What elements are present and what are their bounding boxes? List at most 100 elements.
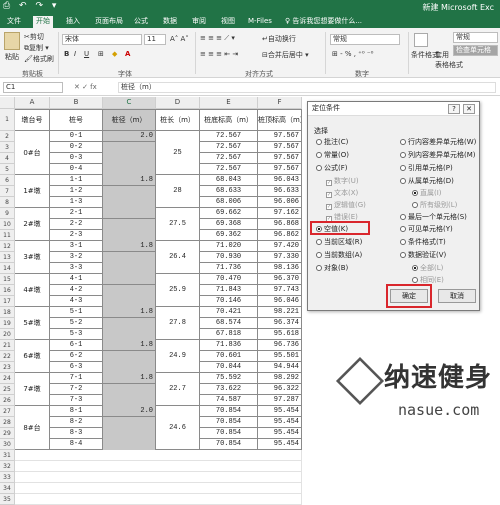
top-elevation-cell[interactable]: 95.454 xyxy=(258,406,302,417)
format-painter-button[interactable]: 🖌格式刷 xyxy=(24,54,54,64)
cancel-button[interactable]: 取消 xyxy=(438,289,476,303)
pile-cell[interactable]: 0-1 xyxy=(50,131,103,142)
empty-row[interactable] xyxy=(15,483,302,494)
diameter-cell[interactable]: 1.8 xyxy=(103,307,156,318)
checkbox-left_options-5[interactable]: ✓ 逻辑值(G) xyxy=(326,200,366,210)
pile-cell[interactable]: 7-1 xyxy=(50,373,103,384)
select-all-corner[interactable] xyxy=(0,97,15,109)
radio-right_options-5[interactable]: 所有级别(L) xyxy=(412,200,457,210)
bottom-elevation-cell[interactable]: 70.854 xyxy=(200,406,258,417)
bottom-elevation-cell[interactable]: 69.362 xyxy=(200,230,258,241)
pile-cell[interactable]: 5-1 xyxy=(50,307,103,318)
top-elevation-cell[interactable]: 98.221 xyxy=(258,307,302,318)
top-elevation-cell[interactable]: 96.862 xyxy=(258,230,302,241)
pier-cell[interactable]: 5#墩 xyxy=(15,307,50,340)
pile-cell[interactable]: 6-3 xyxy=(50,362,103,373)
radio-right_options-3[interactable]: 从属单元格(D) xyxy=(400,176,454,186)
font-name-select[interactable]: 宋体 xyxy=(62,34,142,45)
bottom-elevation-cell[interactable]: 67.818 xyxy=(200,329,258,340)
italic-button[interactable]: I xyxy=(74,50,76,58)
grow-shrink-font-icons[interactable]: A˄ A˅ xyxy=(170,35,189,43)
column-header-b[interactable]: B xyxy=(50,97,103,109)
pile-cell[interactable]: 3-2 xyxy=(50,252,103,263)
column-header-d[interactable]: D xyxy=(156,97,200,109)
empty-row[interactable] xyxy=(15,494,302,505)
wrap-text-button[interactable]: ↵自动换行 xyxy=(262,34,296,44)
bottom-elevation-cell[interactable]: 69.662 xyxy=(200,208,258,219)
bottom-elevation-cell[interactable]: 70.421 xyxy=(200,307,258,318)
name-box[interactable]: C1 xyxy=(3,82,63,93)
row-header[interactable]: 25 xyxy=(0,384,15,395)
bottom-elevation-cell[interactable]: 70.601 xyxy=(200,351,258,362)
pile-cell[interactable]: 3-1 xyxy=(50,241,103,252)
pile-cell[interactable]: 8-1 xyxy=(50,406,103,417)
row-header[interactable]: 2 xyxy=(0,131,15,142)
pile-cell[interactable]: 2-1 xyxy=(50,208,103,219)
tab-insert[interactable]: 插入 xyxy=(63,16,83,28)
diameter-cell[interactable]: 1.8 xyxy=(103,241,156,252)
empty-row[interactable] xyxy=(15,450,302,461)
column-header-f[interactable]: F xyxy=(258,97,302,109)
pier-cell[interactable]: 1#墩 xyxy=(15,175,50,208)
copy-button[interactable]: ⧉复制 ▾ xyxy=(24,43,49,53)
row-header[interactable]: 27 xyxy=(0,406,15,417)
top-elevation-cell[interactable]: 98.292 xyxy=(258,373,302,384)
bottom-elevation-cell[interactable]: 72.567 xyxy=(200,142,258,153)
top-elevation-cell[interactable]: 97.162 xyxy=(258,208,302,219)
column-header-e[interactable]: E xyxy=(200,97,258,109)
pile-cell[interactable]: 7-2 xyxy=(50,384,103,395)
bottom-elevation-cell[interactable]: 72.567 xyxy=(200,153,258,164)
radio-right_options-8[interactable]: 条件格式(T) xyxy=(400,237,446,247)
number-format-select[interactable]: 常规 xyxy=(330,34,400,45)
pile-cell[interactable]: 6-2 xyxy=(50,351,103,362)
top-elevation-cell[interactable]: 95.454 xyxy=(258,417,302,428)
pile-cell[interactable]: 0-3 xyxy=(50,153,103,164)
pile-cell[interactable]: 4-3 xyxy=(50,296,103,307)
bottom-elevation-cell[interactable]: 68.006 xyxy=(200,197,258,208)
row-header[interactable]: 18 xyxy=(0,307,15,318)
tell-me-search[interactable]: ♀ 告诉我您想要做什么... xyxy=(282,16,365,28)
top-elevation-cell[interactable]: 96.374 xyxy=(258,318,302,329)
top-elevation-cell[interactable]: 97.287 xyxy=(258,395,302,406)
tab-file[interactable]: 文件 xyxy=(4,16,24,28)
length-cell[interactable]: 27.5 xyxy=(156,208,200,241)
pile-cell[interactable]: 6-1 xyxy=(50,340,103,351)
diameter-cell[interactable]: 1.8 xyxy=(103,340,156,351)
tab-formulas[interactable]: 公式 xyxy=(131,16,151,28)
align-horizontal-icons[interactable]: ≡ ≡ ≡ ⇤ ⇥ xyxy=(200,50,238,58)
align-top-icons[interactable]: ≡ ≡ ≡ ⟋ ▾ xyxy=(200,34,235,43)
empty-row[interactable] xyxy=(15,461,302,472)
bottom-elevation-cell[interactable]: 72.567 xyxy=(200,131,258,142)
border-icon[interactable]: ⊞ xyxy=(98,50,104,58)
column-header-c[interactable]: C xyxy=(103,97,156,109)
row-header[interactable]: 12 xyxy=(0,241,15,252)
row-header[interactable]: 22 xyxy=(0,351,15,362)
paste-button[interactable]: 粘贴 xyxy=(5,52,19,62)
top-elevation-cell[interactable]: 97.567 xyxy=(258,142,302,153)
pile-cell[interactable]: 4-2 xyxy=(50,285,103,296)
dialog-close-button[interactable]: ✕ xyxy=(463,104,475,114)
radio-right_options-0[interactable]: 行内容差异单元格(W) xyxy=(400,137,476,147)
radio-right_options-2[interactable]: 引用单元格(P) xyxy=(400,163,453,173)
row-header[interactable]: 33 xyxy=(0,472,15,483)
bottom-elevation-cell[interactable]: 70.854 xyxy=(200,417,258,428)
top-elevation-cell[interactable]: 95.501 xyxy=(258,351,302,362)
diameter-cell[interactable] xyxy=(103,208,156,219)
pier-cell[interactable]: 2#墩 xyxy=(15,208,50,241)
length-cell[interactable]: 24.9 xyxy=(156,340,200,373)
pier-cell[interactable]: 8#台 xyxy=(15,406,50,450)
pile-cell[interactable]: 1-1 xyxy=(50,175,103,186)
diameter-cell[interactable]: 1.8 xyxy=(103,373,156,384)
row-header[interactable]: 16 xyxy=(0,285,15,296)
row-header[interactable]: 19 xyxy=(0,318,15,329)
tab-home[interactable]: 开始 xyxy=(33,16,53,28)
top-elevation-cell[interactable]: 97.420 xyxy=(258,241,302,252)
row-header[interactable]: 11 xyxy=(0,230,15,241)
pile-cell[interactable]: 0-4 xyxy=(50,164,103,175)
row-header[interactable]: 20 xyxy=(0,329,15,340)
header-cell-c[interactable]: 桩径（m） xyxy=(103,109,156,131)
tab-review[interactable]: 审阅 xyxy=(189,16,209,28)
bottom-elevation-cell[interactable]: 69.368 xyxy=(200,219,258,230)
bottom-elevation-cell[interactable]: 71.736 xyxy=(200,263,258,274)
empty-row[interactable] xyxy=(15,472,302,483)
